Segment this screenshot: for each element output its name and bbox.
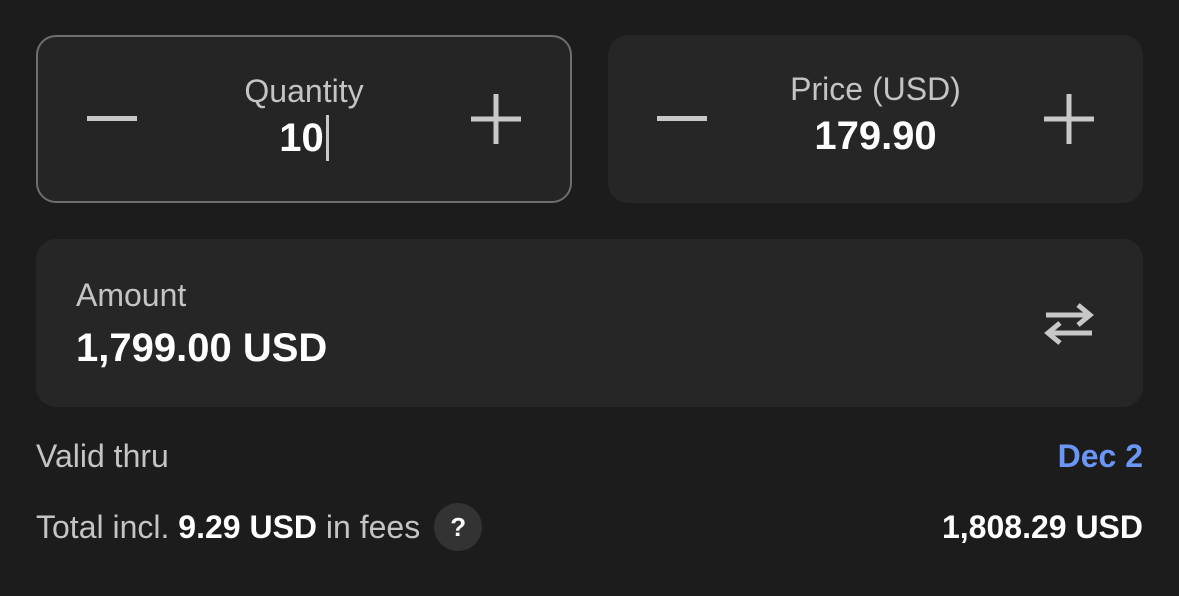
swap-currency-button[interactable] xyxy=(1041,295,1097,351)
quantity-increment-button[interactable] xyxy=(464,87,528,151)
quantity-stepper[interactable]: Quantity 10 xyxy=(36,35,572,203)
price-increment-button[interactable] xyxy=(1037,87,1101,151)
valid-thru-row: Valid thru Dec 2 xyxy=(36,432,1143,480)
total-value: 1,808.29 USD xyxy=(941,508,1143,545)
total-fee-summary: Total incl. 9.29 USD in fees ? xyxy=(36,503,483,551)
amount-label: Amount xyxy=(76,277,187,313)
fee-amount: 9.29 USD xyxy=(178,508,318,545)
amount-card[interactable]: Amount 1,799.00 USD xyxy=(36,239,1143,407)
text-caret xyxy=(325,115,329,161)
valid-thru-date-link[interactable]: Dec 2 xyxy=(1058,438,1143,475)
price-value[interactable]: 179.90 xyxy=(814,111,936,161)
total-suffix: in fees xyxy=(325,508,421,545)
price-stepper[interactable]: Price (USD) 179.90 xyxy=(608,35,1143,203)
quantity-value[interactable]: 10 xyxy=(279,113,324,163)
valid-thru-label: Valid thru xyxy=(36,437,169,474)
swap-arrows-icon xyxy=(1044,303,1094,345)
amount-value: 1,799.00 USD xyxy=(76,326,328,370)
price-input[interactable]: 179.90 xyxy=(814,111,936,161)
total-row: Total incl. 9.29 USD in fees ? 1,808.29 … xyxy=(36,503,1143,551)
question-icon: ? xyxy=(450,511,467,542)
plus-icon xyxy=(471,94,521,144)
quantity-input[interactable]: 10 xyxy=(279,113,329,163)
plus-icon xyxy=(1044,94,1094,144)
fee-help-button[interactable]: ? xyxy=(434,503,483,551)
total-prefix: Total incl. xyxy=(36,508,170,545)
